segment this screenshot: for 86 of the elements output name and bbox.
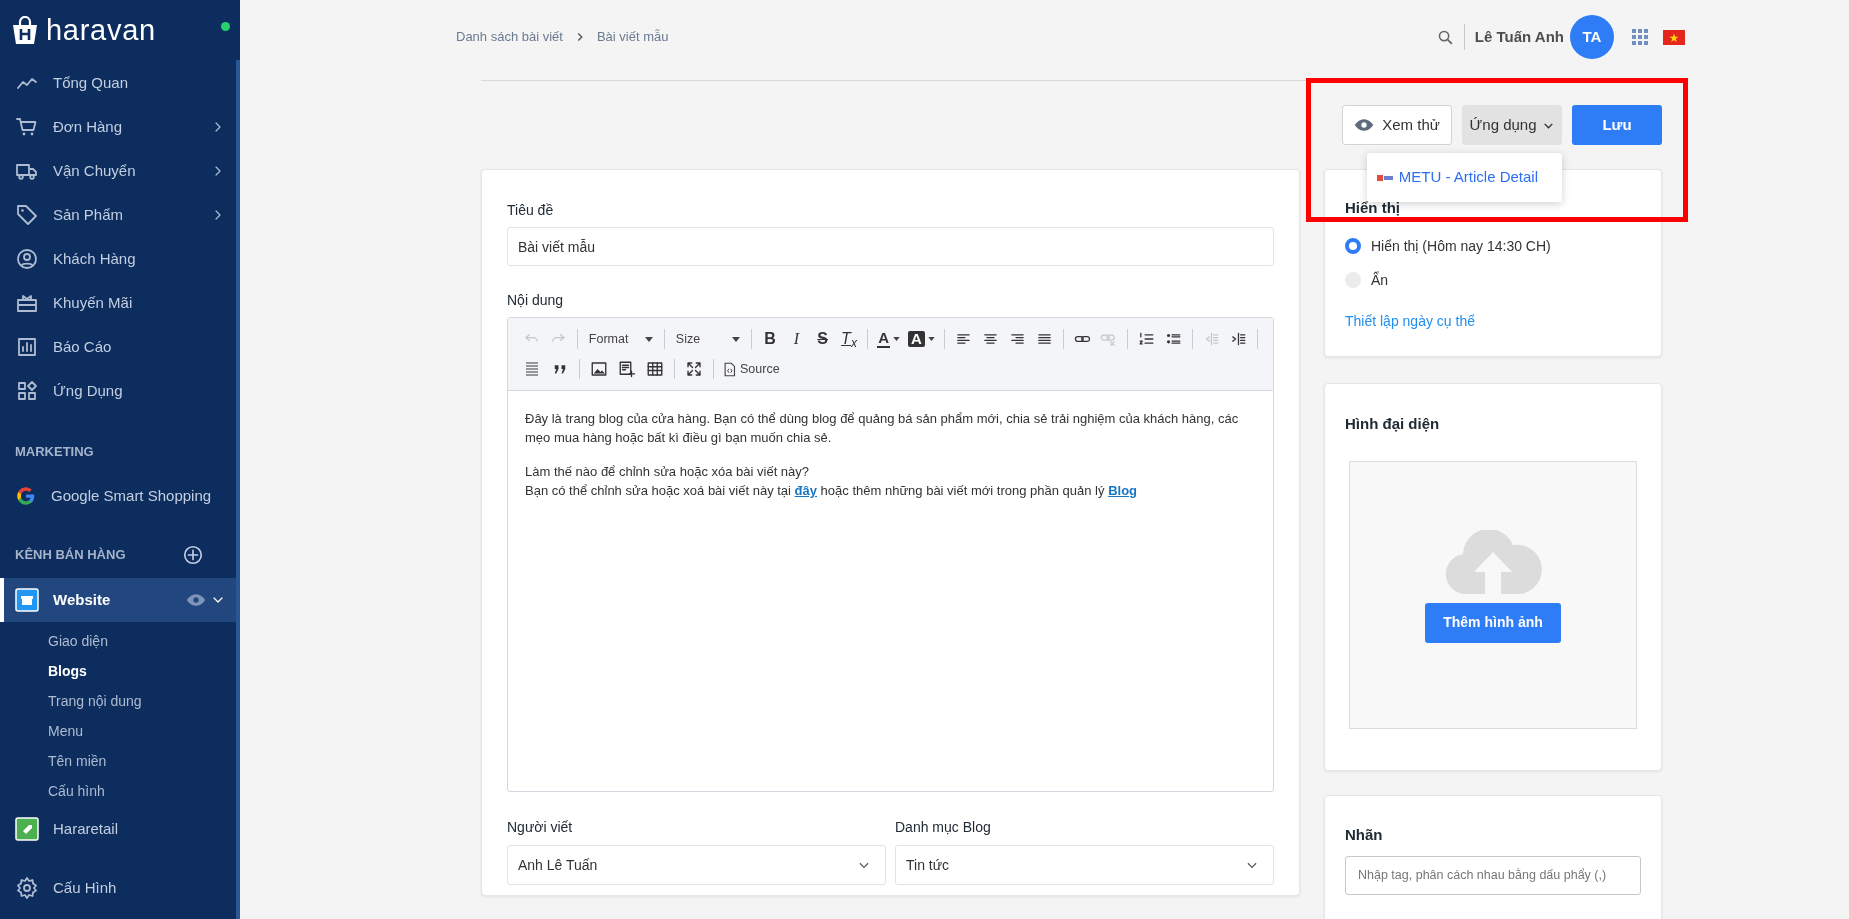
format-button[interactable]: T$_{x}$	[835, 327, 863, 351]
sidebar-subitem[interactable]: Trang nội dung	[0, 686, 240, 716]
store-icon	[15, 588, 39, 612]
multicolor-g-icon	[15, 485, 37, 507]
upload-image-button[interactable]: Thêm hình ảnh	[1425, 602, 1561, 643]
search-icon[interactable]	[1436, 28, 1454, 46]
code-file-icon	[723, 361, 736, 377]
background-color-button[interactable]: A	[903, 327, 939, 351]
caret-down-icon	[927, 337, 935, 341]
add-circle-icon[interactable]	[182, 544, 204, 566]
settings-icon	[15, 876, 39, 900]
tag-icon	[15, 203, 39, 227]
section-heading: MARKETING	[14, 443, 95, 462]
format-dropdown[interactable]: Size	[669, 327, 746, 351]
radio-button[interactable]	[1345, 238, 1361, 254]
sidebar-subitem[interactable]: Cấu hình	[0, 776, 240, 806]
table-icon[interactable]	[646, 360, 664, 378]
sidebar-nav-item[interactable]: Khuyến Mãi	[0, 281, 240, 325]
schedule-link[interactable]: Thiết lập ngày cụ thể	[1345, 310, 1641, 332]
user-circle-icon	[15, 247, 39, 271]
caret-down-icon	[644, 336, 653, 342]
tag-input[interactable]: Nhập tag, phân cách nhau bằng dấu phẩy (,)	[1345, 855, 1641, 895]
template-icon[interactable]	[618, 360, 636, 378]
text-link[interactable]: đây	[794, 483, 817, 498]
field-label: Người viết	[507, 818, 574, 837]
user-avatar[interactable]: TA	[1570, 15, 1614, 59]
sidebar-subitem[interactable]: Menu	[0, 716, 240, 746]
price-tag-icon	[15, 817, 39, 841]
sidebar-nav-item[interactable]: Khách Hàng	[0, 237, 240, 281]
sidebar-nav-item[interactable]: Sản Phẩm	[0, 193, 240, 237]
paragraph-text: Đây là trang blog của cửa hàng. Bạn có thể dùng blog để quảng bá sản phẩm mới, chia sẻ trải nghiệm của khách hàng, các mẹo mua hàng hoặc bất kì điều gì bạn muốn chia sẻ.	[525, 410, 1240, 447]
preview-button[interactable]: Xem thử	[1342, 105, 1452, 145]
sidebar-subitem[interactable]: Blogs	[0, 656, 240, 686]
logo-text: haravan	[46, 16, 156, 45]
cloud-upload-icon	[1444, 529, 1542, 596]
paragraph-text: Bạn có thể chỉnh sửa hoặc xoá bài viết này tại đây hoặc thêm những bài viết mới trong phần quản lý Blog	[525, 482, 1138, 500]
horizontal-rule-icon[interactable]	[523, 360, 541, 378]
select-field[interactable]: Anh Lê Tuấn	[507, 845, 886, 885]
user-name[interactable]: Lê Tuấn Anh	[1474, 25, 1564, 49]
text-color-button[interactable]: A	[873, 327, 904, 351]
app-logo-icon	[1376, 174, 1393, 181]
radio-label[interactable]: Hiển thị (Hôm nay 14:30 CH)	[1371, 235, 1551, 257]
sidebar-channel-item[interactable]: Hararetail	[0, 807, 240, 851]
apps-icon	[15, 379, 39, 403]
sidebar-nav-item[interactable]: Ứng Dụng	[0, 369, 240, 413]
image-drop-zone[interactable]: Thêm hình ảnh	[1349, 460, 1637, 729]
sidebar-nav-item[interactable]: Tổng Quan	[0, 61, 240, 105]
fullscreen-icon[interactable]	[685, 360, 703, 378]
field-label: Tiêu đề	[507, 201, 555, 220]
radio-label[interactable]: Ẩn	[1371, 269, 1389, 291]
caret-down-icon	[892, 337, 900, 341]
sidebar-subitem[interactable]: Giao diện	[0, 626, 240, 656]
sidebar-subitem[interactable]: Tên miền	[0, 746, 240, 776]
image-icon[interactable]	[590, 360, 608, 378]
paragraph-text: Làm thế nào để chỉnh sửa hoặc xóa bài viết này?	[525, 463, 811, 481]
scrollbar[interactable]	[236, 60, 240, 919]
format-button[interactable]: S	[809, 327, 836, 351]
app-grid-icon[interactable]	[1632, 29, 1648, 45]
indent-icon[interactable]	[1230, 330, 1248, 348]
apps-dropdown-button[interactable]: Ứng dụng	[1462, 105, 1562, 145]
format-button[interactable]: B	[756, 327, 784, 351]
breadcrumb-link[interactable]: Danh sách bài viết	[456, 27, 563, 47]
source-button[interactable]: Source	[719, 357, 784, 381]
field-label: Nội dung	[507, 291, 565, 310]
card-title: Nhãn	[1345, 825, 1384, 845]
menu-item[interactable]: METU - Article Detail	[1366, 157, 1548, 198]
sidebar-nav-item[interactable]: Google Smart Shopping	[0, 474, 240, 518]
sidebar-nav-item[interactable]: Đơn Hàng	[0, 105, 240, 149]
sidebar-nav-item[interactable]: Cấu Hình	[0, 866, 240, 910]
select-field[interactable]: Tin tức	[895, 845, 1274, 885]
numbered-list-icon[interactable]	[1138, 330, 1156, 348]
card-title: Hình đại diện	[1344, 414, 1441, 434]
format-dropdown[interactable]: Format	[582, 327, 659, 351]
sidebar-nav-item[interactable]: Vận Chuyển	[0, 149, 240, 193]
format-button[interactable]: I	[783, 327, 810, 351]
sidebar-nav-item[interactable]: Báo Cáo	[0, 325, 240, 369]
bar-chart-icon	[15, 335, 39, 359]
text-link[interactable]: Blog	[1108, 483, 1137, 498]
flag-icon[interactable]	[1663, 29, 1685, 45]
card-title: Hiển thị	[1345, 198, 1401, 218]
caret-down-icon	[731, 336, 740, 342]
title-input[interactable]: Bài viết mẫu	[507, 227, 1274, 266]
save-button[interactable]: Lưu	[1572, 105, 1662, 145]
section-heading: KÊNH BÁN HÀNG	[15, 546, 126, 565]
breadcrumb-link[interactable]: Bài viết mẫu	[596, 27, 669, 47]
field-label: Danh mục Blog	[895, 818, 992, 837]
